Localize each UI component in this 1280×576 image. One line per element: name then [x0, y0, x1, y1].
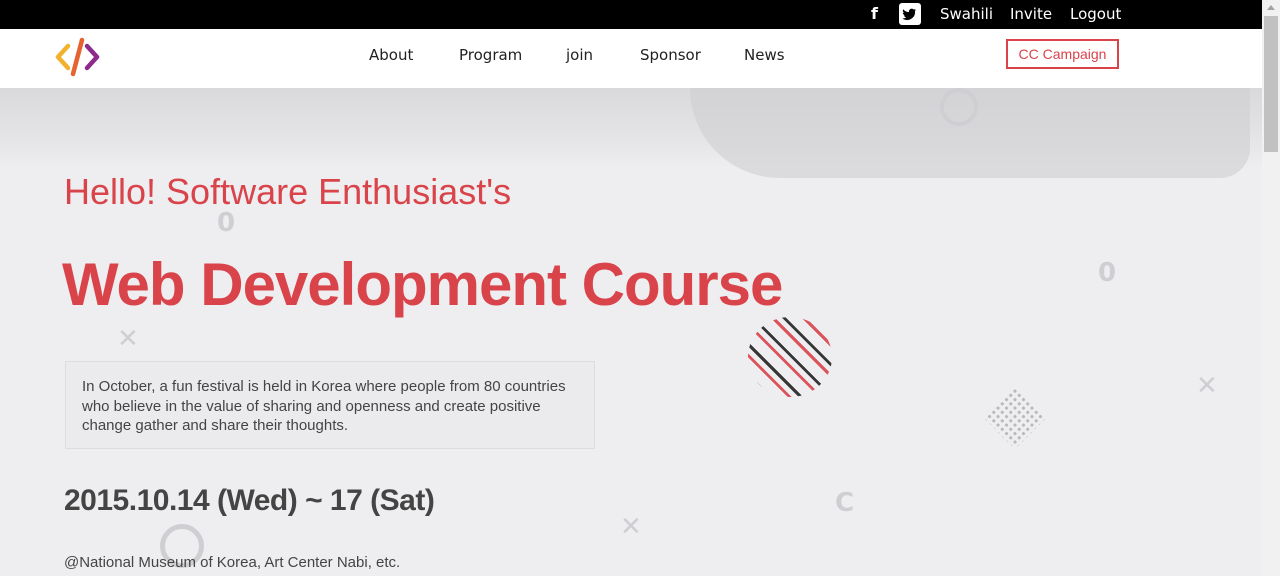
- language-link[interactable]: Swahili: [940, 5, 993, 23]
- zero-glyph-icon: 0: [1098, 258, 1117, 288]
- dot-diamond-pattern: [983, 386, 1047, 450]
- description-box: In October, a fun festival is held in Ko…: [65, 361, 595, 449]
- nav-item-sponsor[interactable]: Sponsor: [640, 46, 701, 64]
- invite-link[interactable]: Invite: [1010, 5, 1052, 23]
- event-date: 2015.10.14 (Wed) ~ 17 (Sat): [64, 484, 435, 517]
- won-coin-icon: [940, 88, 978, 126]
- cc-campaign-button[interactable]: CC Campaign: [1006, 39, 1119, 69]
- description-text: In October, a fun festival is held in Ko…: [82, 378, 566, 434]
- facebook-icon[interactable]: f: [871, 4, 878, 23]
- code-brackets-logo[interactable]: [54, 34, 102, 80]
- nav-item-program[interactable]: Program: [459, 46, 522, 64]
- nav-item-about[interactable]: About: [369, 46, 413, 64]
- cross-glyph-icon: ✕: [620, 512, 642, 542]
- cross-glyph-icon: ✕: [117, 324, 139, 354]
- event-venue: @National Museum of Korea, Art Center Na…: [64, 554, 401, 571]
- top-bar: f Swahili Invite Logout: [0, 0, 1262, 29]
- hero-section: 0 0 ✕ ✕ ✕ C Hello! Software Enthusiast's…: [0, 88, 1262, 576]
- copyright-glyph-icon: C: [835, 488, 855, 518]
- dot-pattern-sphere: [748, 317, 832, 397]
- twitter-icon[interactable]: [899, 3, 921, 25]
- hero-greeting: Hello! Software Enthusiast's: [64, 171, 512, 212]
- hero-headline: Web Development Course: [62, 251, 783, 318]
- main-nav: About Program join Sponsor News CC Campa…: [0, 29, 1262, 88]
- scrollbar-thumb[interactable]: [1264, 16, 1278, 152]
- nav-item-news[interactable]: News: [744, 46, 785, 64]
- scroll-up-arrow-icon[interactable]: [1267, 5, 1275, 10]
- nav-item-join[interactable]: join: [566, 46, 593, 64]
- logout-link[interactable]: Logout: [1070, 5, 1121, 23]
- cross-glyph-icon: ✕: [1196, 371, 1218, 401]
- vertical-scrollbar[interactable]: [1262, 0, 1280, 576]
